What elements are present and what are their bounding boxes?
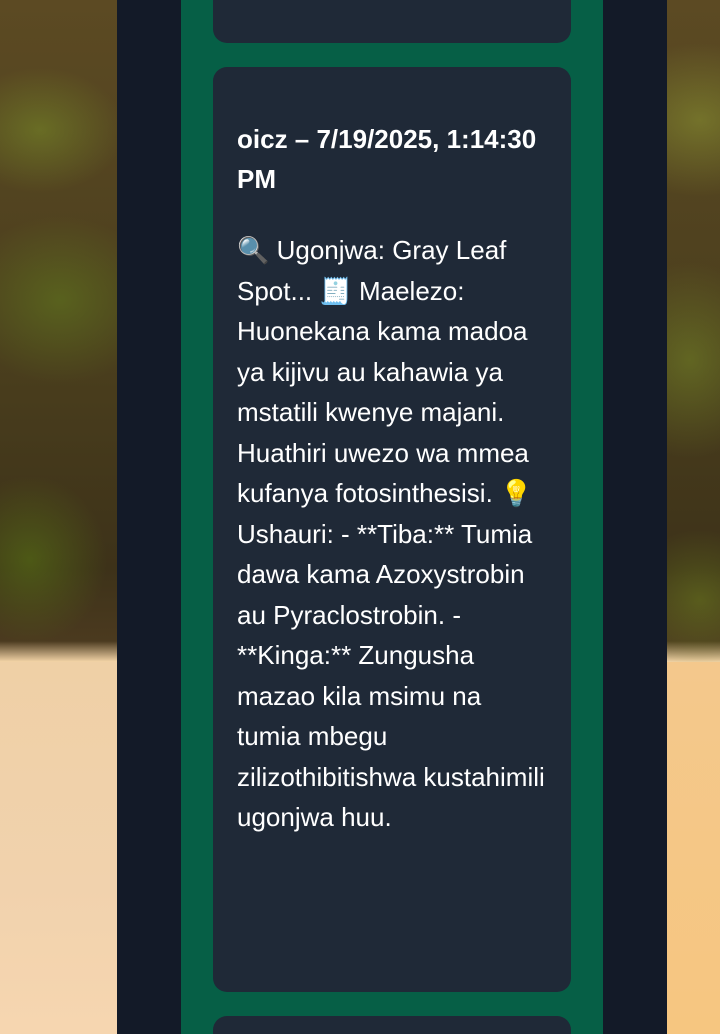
- background-lower-right: [667, 662, 720, 1034]
- message-card-next: [213, 1016, 571, 1034]
- message-header: oicz – 7/19/2025, 1:14:30 PM: [237, 124, 537, 194]
- message-card-previous: [213, 0, 571, 43]
- message-card: oicz – 7/19/2025, 1:14:30 PM 🔍 Ugonjwa: …: [213, 67, 571, 992]
- background-lower-left: [0, 662, 117, 1034]
- message-body: 🔍 Ugonjwa: Gray Leaf Spot... 🧾 Maelezo: …: [237, 235, 545, 832]
